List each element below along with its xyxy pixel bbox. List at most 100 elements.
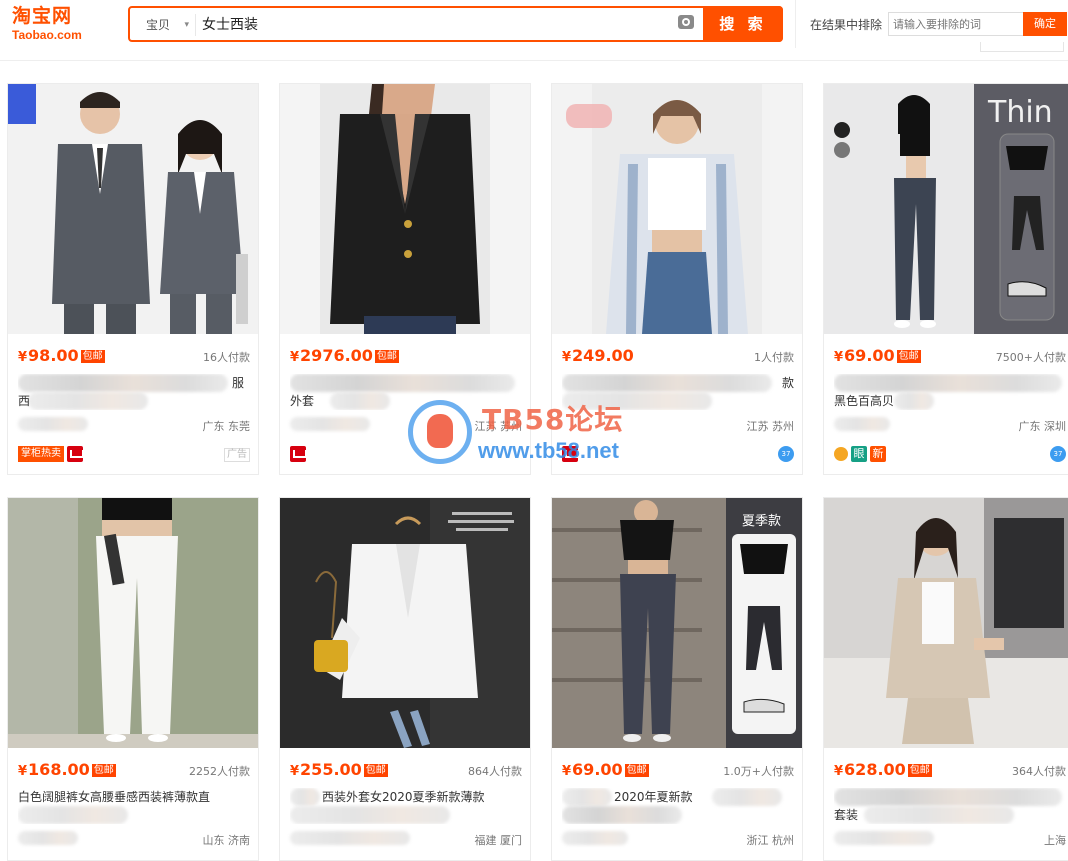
header-rule — [0, 60, 1068, 61]
top-search-bar: 淘宝网 Taobao.com 宝贝 ▾ 搜 索 在结果中排除 确定 — [0, 0, 1068, 50]
logo-text-cn: 淘宝网 — [12, 5, 73, 27]
location: 山东 济南 — [202, 834, 251, 847]
sales-count: 2252人付款 — [189, 765, 250, 778]
product-card[interactable]: ¥249.00 1人付款 款 江苏 苏州 37 — [551, 83, 803, 475]
location: 江苏 苏州 — [746, 420, 795, 433]
product-card[interactable]: ¥98.00 包邮 16人付款 服 西 广东 东莞 掌柜热卖 广告 — [7, 83, 259, 475]
product-image[interactable] — [280, 498, 530, 748]
tmall-icon — [290, 446, 307, 462]
free-shipping-badge: 包邮 — [91, 764, 116, 777]
search-type-label: 宝贝 — [146, 18, 171, 32]
product-image[interactable] — [280, 84, 530, 334]
price: ¥249.00 — [562, 346, 634, 365]
product-image[interactable]: 夏季款 — [552, 498, 802, 748]
location: 江苏 苏州 — [474, 420, 523, 433]
tmall-icon — [67, 446, 84, 462]
sales-count: 1.0万+人付款 — [723, 765, 794, 778]
taobao-logo[interactable]: 淘宝网 Taobao.com — [12, 4, 112, 46]
svg-text:夏季款: 夏季款 — [742, 514, 781, 529]
price-row: ¥2976.00 包邮 — [290, 346, 522, 366]
search-box: 宝贝 ▾ 搜 索 — [128, 6, 783, 42]
wangwang-icon[interactable]: 37 — [778, 446, 794, 462]
shop-row: 山东 济南 — [18, 831, 251, 848]
free-shipping-badge: 包邮 — [363, 764, 388, 777]
shop-row: 浙江 杭州 — [562, 831, 795, 848]
product-card[interactable]: ¥255.00 包邮 864人付款 西装外套女2020夏季新款薄款 福建 厦门 — [279, 497, 531, 861]
price: ¥255.00 — [290, 760, 362, 779]
sales-count: 364人付款 — [1012, 765, 1066, 778]
shop-row: 上海 — [834, 831, 1066, 848]
product-image[interactable] — [552, 84, 802, 334]
free-shipping-badge: 包邮 — [80, 350, 105, 363]
product-title[interactable]: 白色阔腿裤女高腰垂感西装裤薄款直 — [18, 788, 250, 824]
exclude-confirm-button[interactable]: 确定 — [1023, 12, 1067, 36]
sales-count: 1人付款 — [754, 351, 794, 364]
price-row: ¥98.00 包邮 16人付款 — [18, 346, 250, 366]
product-image[interactable] — [8, 498, 258, 748]
free-shipping-badge: 包邮 — [624, 764, 649, 777]
product-title[interactable]: 西装外套女2020夏季新款薄款 — [290, 788, 522, 824]
location: 上海 — [1044, 834, 1066, 847]
price-row: ¥255.00 包邮 864人付款 — [290, 760, 522, 780]
product-title[interactable]: 服 西 — [18, 374, 250, 410]
price-row: ¥249.00 1人付款 — [562, 346, 794, 366]
price-row: ¥168.00 包邮 2252人付款 — [18, 760, 250, 780]
free-shipping-badge: 包邮 — [374, 350, 399, 363]
product-title[interactable]: 套装 — [834, 788, 1066, 824]
header-divider — [795, 0, 796, 48]
logo-text-en: Taobao.com — [12, 28, 82, 42]
shop-row: 福建 厦门 — [290, 831, 523, 848]
product-image[interactable] — [824, 498, 1068, 748]
sales-count: 16人付款 — [203, 351, 250, 364]
sales-count: 7500+人付款 — [995, 351, 1066, 364]
search-input[interactable] — [202, 11, 662, 37]
location: 广东 东莞 — [202, 420, 251, 433]
tmall-icon — [562, 446, 579, 462]
product-card[interactable]: Thin ¥69.00 包邮 7500+人付款 黑色百高贝 广东 深圳 眼 新 … — [823, 83, 1068, 475]
price-row: ¥69.00 包邮 7500+人付款 — [834, 346, 1066, 366]
eye-badge: 眼 — [851, 446, 867, 462]
search-type-select[interactable]: 宝贝 ▾ — [138, 14, 196, 36]
sales-count: 864人付款 — [468, 765, 522, 778]
free-shipping-badge: 包邮 — [896, 350, 921, 363]
product-title[interactable]: 黑色百高贝 — [834, 374, 1066, 410]
badge-row: 眼新 37 — [834, 446, 1066, 464]
product-title[interactable]: 外套 — [290, 374, 522, 410]
price: ¥69.00 — [834, 346, 895, 365]
product-card[interactable]: ¥2976.00 包邮 外套 江苏 苏州 — [279, 83, 531, 475]
location: 福建 厦门 — [474, 834, 523, 847]
shop-row: 江苏 苏州 — [290, 417, 523, 434]
new-badge: 新 — [870, 446, 886, 462]
chevron-down-icon: ▾ — [184, 20, 189, 30]
camera-icon[interactable] — [678, 15, 694, 29]
price: ¥98.00 — [18, 346, 79, 365]
price: ¥2976.00 — [290, 346, 373, 365]
price-row: ¥628.00 包邮 364人付款 — [834, 760, 1066, 780]
product-title[interactable]: 2020年夏新款 — [562, 788, 794, 824]
product-card[interactable]: ¥628.00 包邮 364人付款 套装 上海 — [823, 497, 1068, 861]
svg-text:Thin: Thin — [987, 95, 1053, 130]
search-button[interactable]: 搜 索 — [703, 6, 783, 42]
location: 广东 深圳 — [1018, 420, 1067, 433]
shop-row: 广东 东莞 — [18, 417, 251, 434]
badge-row: 掌柜热卖 广告 — [18, 446, 250, 464]
badge-row — [290, 446, 522, 464]
ad-label: 广告 — [224, 448, 250, 462]
exclude-label: 在结果中排除 — [810, 18, 883, 32]
product-card[interactable]: ¥168.00 包邮 2252人付款 白色阔腿裤女高腰垂感西装裤薄款直 山东 济南 — [7, 497, 259, 861]
exclude-input[interactable] — [888, 12, 1024, 36]
wangwang-icon[interactable]: 37 — [1050, 446, 1066, 462]
sort-dropdown-stub[interactable] — [980, 42, 1064, 52]
price: ¥628.00 — [834, 760, 906, 779]
free-shipping-badge: 包邮 — [907, 764, 932, 777]
price: ¥168.00 — [18, 760, 90, 779]
product-title[interactable]: 款 — [562, 374, 794, 410]
badge-row: 37 — [562, 446, 794, 464]
location: 浙江 杭州 — [746, 834, 795, 847]
product-image[interactable] — [8, 84, 258, 334]
product-card[interactable]: 夏季款 ¥69.00 包邮 1.0万+人付款 2020年夏新款 浙江 杭州 — [551, 497, 803, 861]
price-row: ¥69.00 包邮 1.0万+人付款 — [562, 760, 794, 780]
product-image[interactable]: Thin — [824, 84, 1068, 334]
price: ¥69.00 — [562, 760, 623, 779]
shop-row: 江苏 苏州 — [562, 418, 795, 434]
